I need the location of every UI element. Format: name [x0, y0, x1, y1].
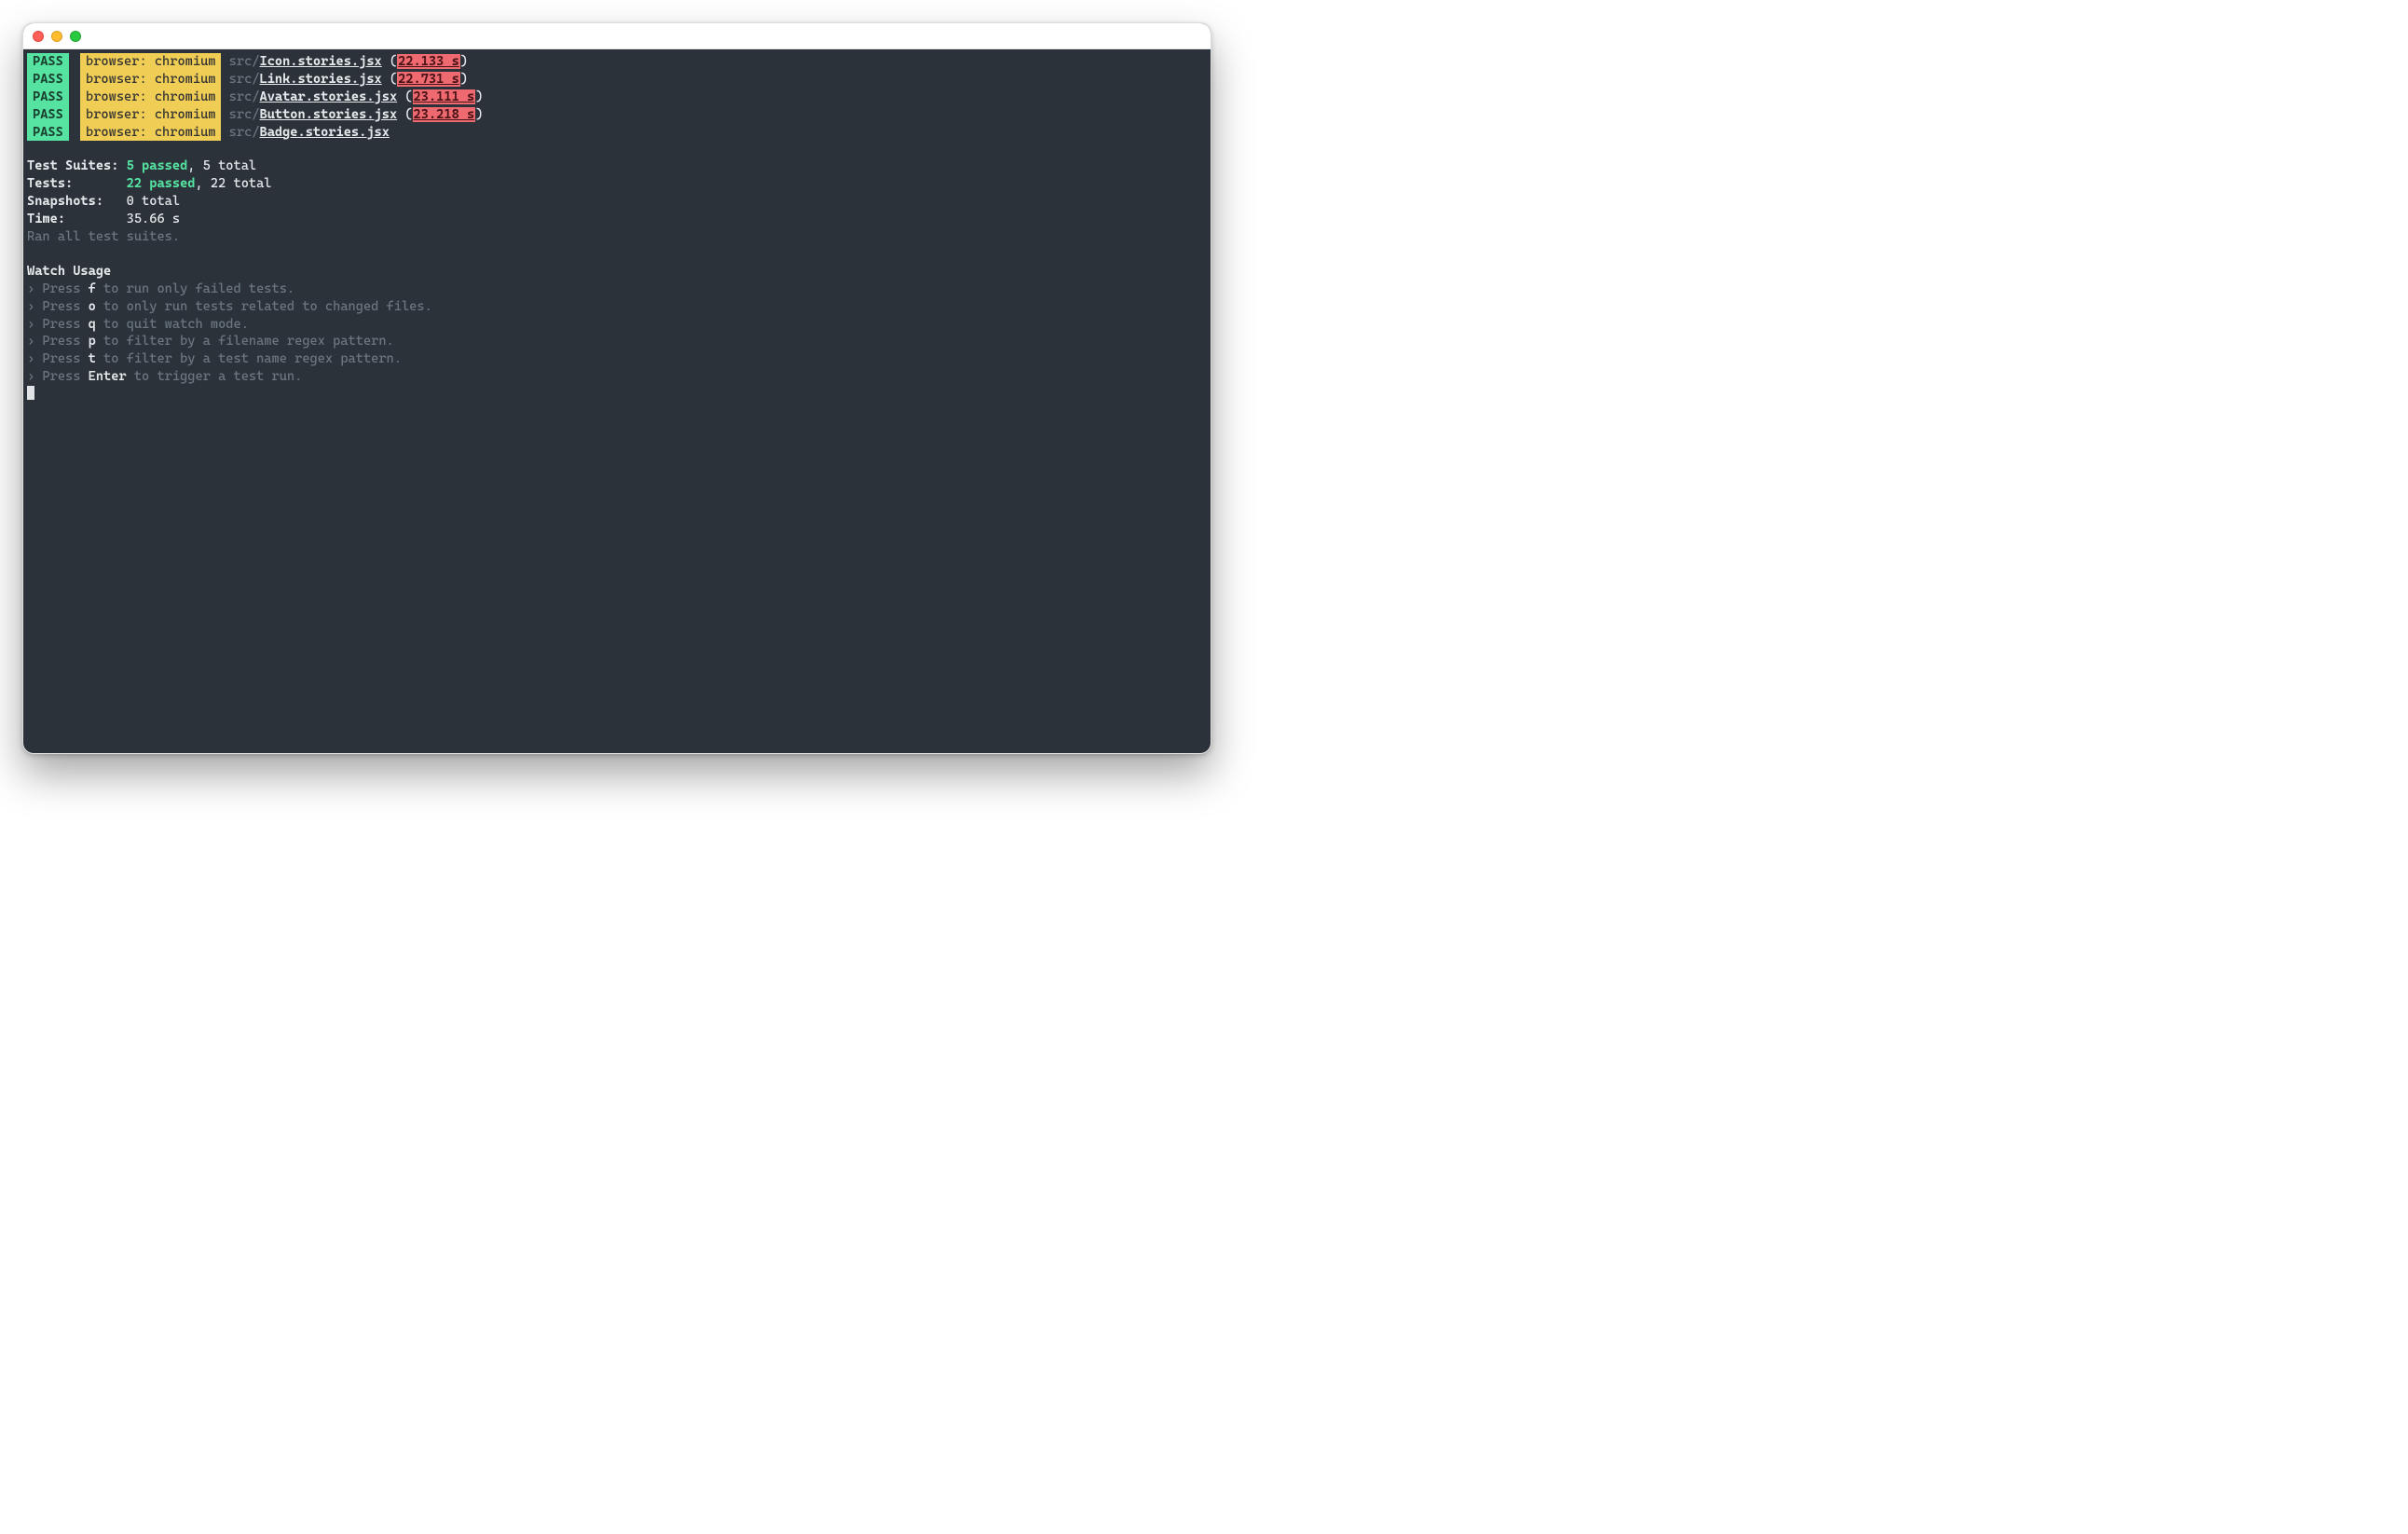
test-summary: Test Suites: 5 passed, 5 total Tests: 22…: [27, 158, 1207, 245]
file-dir: src/: [229, 107, 260, 122]
summary-value: 35.66 s: [127, 212, 180, 226]
watch-usage-item: › Press Enter to trigger a test run.: [27, 368, 1207, 386]
test-result-rows: PASS browser: chromium src/Icon.stories.…: [27, 53, 1207, 141]
summary-value: 0 total: [127, 194, 180, 209]
browser-badge: browser: chromium: [80, 106, 221, 124]
file-name: Button.stories.jsx: [259, 107, 397, 122]
terminal-window: PASS browser: chromium src/Icon.stories.…: [22, 22, 1211, 754]
minimize-icon[interactable]: [51, 31, 62, 42]
status-badge: PASS: [27, 124, 69, 142]
browser-badge: browser: chromium: [80, 124, 221, 142]
test-time: 22.133 s: [397, 54, 460, 69]
test-result-row: PASS browser: chromium src/Button.storie…: [27, 106, 1207, 124]
status-badge: PASS: [27, 89, 69, 106]
watch-usage-item: › Press o to only run tests related to c…: [27, 298, 1207, 316]
summary-label: Time:: [27, 212, 127, 226]
watch-usage-item: › Press f to run only failed tests.: [27, 281, 1207, 298]
test-result-row: PASS browser: chromium src/Avatar.storie…: [27, 89, 1207, 106]
file-name: Avatar.stories.jsx: [259, 89, 397, 104]
summary-total: , 5 total: [187, 158, 256, 173]
file-dir: src/: [229, 72, 260, 87]
status-badge: PASS: [27, 106, 69, 124]
watch-key: f: [89, 281, 96, 296]
summary-label: Tests:: [27, 176, 127, 191]
titlebar: [23, 23, 1211, 49]
watch-usage-title: Watch Usage: [27, 263, 1207, 281]
close-icon[interactable]: [33, 31, 44, 42]
test-result-row: PASS browser: chromium src/Badge.stories…: [27, 124, 1207, 142]
paren-open: (: [390, 54, 397, 69]
browser-badge: browser: chromium: [80, 71, 221, 89]
test-time: 23.111 s: [413, 89, 476, 104]
browser-badge: browser: chromium: [80, 53, 221, 71]
terminal-cursor: [27, 386, 34, 400]
summary-ran: Ran all test suites.: [27, 228, 1207, 246]
test-time: 22.731 s: [397, 72, 460, 87]
watch-key: Enter: [89, 369, 127, 384]
paren-close: ): [460, 54, 468, 69]
terminal-body[interactable]: PASS browser: chromium src/Icon.stories.…: [23, 49, 1211, 753]
zoom-icon[interactable]: [70, 31, 81, 42]
file-dir: src/: [229, 89, 260, 104]
watch-usage-item: › Press t to filter by a test name regex…: [27, 350, 1207, 368]
file-name: Icon.stories.jsx: [259, 54, 381, 69]
watch-usage-list: › Press f to run only failed tests. › Pr…: [27, 281, 1207, 386]
test-time: 23.218 s: [413, 107, 476, 122]
watch-key: p: [89, 334, 96, 349]
watch-usage-item: › Press q to quit watch mode.: [27, 316, 1207, 334]
status-badge: PASS: [27, 71, 69, 89]
file-name: Badge.stories.jsx: [259, 125, 389, 140]
file-dir: src/: [229, 54, 260, 69]
status-badge: PASS: [27, 53, 69, 71]
summary-total: , 22 total: [195, 176, 271, 191]
test-result-row: PASS browser: chromium src/Link.stories.…: [27, 71, 1207, 89]
watch-key: q: [89, 317, 96, 332]
watch-key: t: [89, 351, 96, 366]
watch-usage-item: › Press p to filter by a filename regex …: [27, 333, 1207, 350]
summary-label: Snapshots:: [27, 194, 127, 209]
summary-passed: 22 passed: [127, 176, 196, 191]
summary-passed: 5 passed: [127, 158, 188, 173]
file-name: Link.stories.jsx: [259, 72, 381, 87]
browser-badge: browser: chromium: [80, 89, 221, 106]
test-result-row: PASS browser: chromium src/Icon.stories.…: [27, 53, 1207, 71]
file-dir: src/: [229, 125, 260, 140]
watch-key: o: [89, 299, 96, 314]
summary-label: Test Suites:: [27, 158, 127, 173]
